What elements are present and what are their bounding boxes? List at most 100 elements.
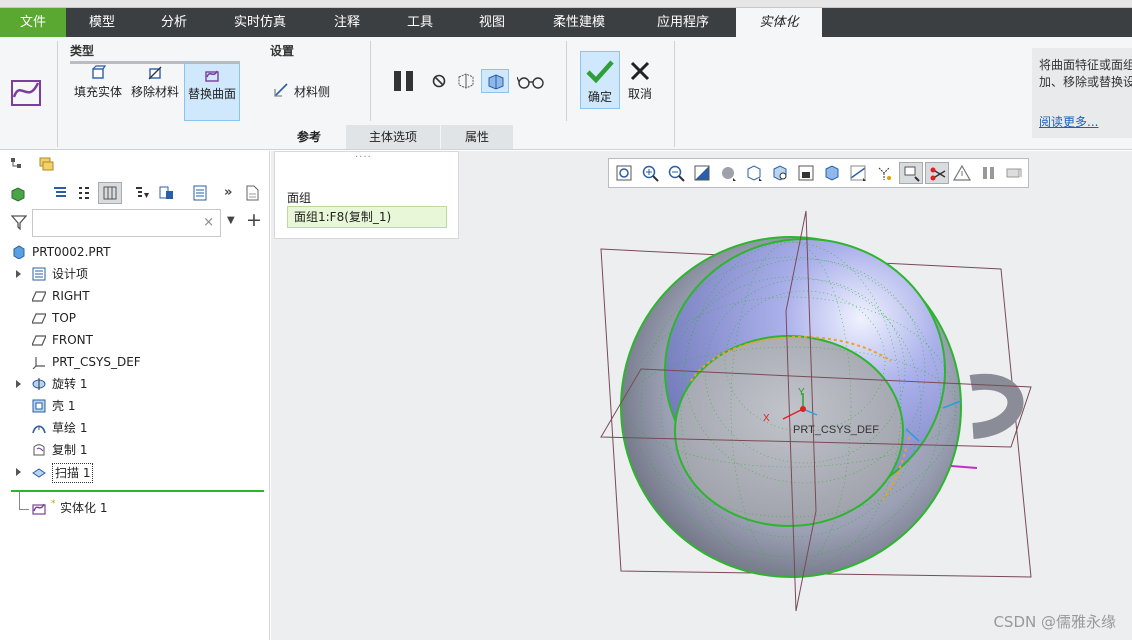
tab-annotate[interactable]: 注释 bbox=[310, 8, 384, 37]
verify-mode-button[interactable] bbox=[481, 69, 509, 93]
next-view-icon[interactable] bbox=[1005, 164, 1023, 182]
tree-item-copy[interactable]: 复制 1 bbox=[0, 439, 270, 461]
spin-center-button[interactable] bbox=[899, 162, 923, 184]
clear-search-icon[interactable]: × bbox=[203, 215, 214, 230]
ribbon: 类型 填充实体 移除材料 替换曲面 设置 材料侧 确定 取消 参考 主体选项 属… bbox=[0, 37, 1132, 150]
tree-item-label: TOP bbox=[52, 311, 77, 325]
tab-model[interactable]: 模型 bbox=[66, 8, 138, 37]
help-panel: 将曲面特征或面组 加、移除或替换设 阅读更多... bbox=[1032, 48, 1132, 138]
tree-root[interactable]: PRT0002.PRT bbox=[0, 241, 270, 263]
model-tree-tab-icon[interactable] bbox=[10, 157, 24, 171]
material-side-label: 材料侧 bbox=[294, 85, 331, 99]
tree-root-label: PRT0002.PRT bbox=[32, 245, 111, 259]
direction-arrow bbox=[950, 465, 978, 469]
material-side-button[interactable]: 材料侧 bbox=[272, 81, 336, 101]
pause-animation-icon[interactable] bbox=[979, 164, 997, 182]
csys-axis-x-label: X bbox=[763, 413, 770, 424]
verify-icon bbox=[488, 74, 504, 90]
watermark: CSDN @儒雅永缘 bbox=[993, 613, 1116, 631]
cancel-button[interactable]: 取消 bbox=[622, 51, 658, 109]
tab-body-options[interactable]: 主体选项 bbox=[346, 125, 440, 149]
remove-material-button[interactable]: 移除材料 bbox=[127, 65, 183, 109]
selection-filter-button[interactable] bbox=[925, 162, 949, 184]
tree-item-csys[interactable]: PRT_CSYS_DEF bbox=[0, 351, 270, 373]
replace-surface-label: 替换曲面 bbox=[187, 87, 236, 101]
no-preview-icon[interactable] bbox=[431, 73, 447, 89]
tree-settings-icon[interactable] bbox=[158, 185, 174, 201]
datum-plane-icon bbox=[32, 291, 46, 302]
spin-center-icon bbox=[904, 166, 920, 182]
tree-item-label: 旋转 1 bbox=[52, 377, 88, 391]
tree-item-sketch[interactable]: 草绘 1 bbox=[0, 417, 270, 439]
tree-item-label: 复制 1 bbox=[52, 443, 88, 457]
cup-handle[interactable] bbox=[969, 373, 1024, 439]
tree-list-icon[interactable] bbox=[52, 185, 68, 201]
tree-filter-icon[interactable] bbox=[134, 185, 150, 201]
pause-icon[interactable] bbox=[392, 69, 416, 93]
view-manager-icon[interactable] bbox=[771, 164, 789, 182]
refit-icon[interactable] bbox=[615, 164, 633, 182]
tree-item-sweep[interactable]: 扫描 1 bbox=[0, 461, 270, 483]
solid-body-icon[interactable] bbox=[10, 186, 26, 202]
coordinate-system-icon bbox=[32, 357, 45, 369]
tab-simulation[interactable]: 实时仿真 bbox=[210, 8, 310, 37]
ok-label: 确定 bbox=[587, 90, 612, 104]
tab-solidify[interactable]: 实体化 bbox=[736, 8, 822, 37]
tree-item-label: PRT_CSYS_DEF bbox=[52, 355, 141, 369]
csys-axis-y-label: Y bbox=[798, 387, 805, 398]
tree-item-label: 壳 1 bbox=[52, 399, 76, 413]
saved-orientations-icon[interactable] bbox=[745, 164, 763, 182]
replace-surface-button[interactable]: 替换曲面 bbox=[184, 63, 240, 121]
zoom-out-icon[interactable] bbox=[667, 164, 685, 182]
tree-item-solidify[interactable]: * 实体化 1 bbox=[0, 497, 270, 519]
remove-material-label: 移除材料 bbox=[130, 85, 179, 99]
expand-icon[interactable] bbox=[16, 468, 21, 476]
title-bar bbox=[0, 0, 1132, 8]
panel-grip[interactable]: ···· bbox=[355, 152, 372, 163]
tree-search-input[interactable]: × bbox=[32, 209, 221, 237]
repaint-icon[interactable] bbox=[693, 164, 711, 182]
expand-icon[interactable] bbox=[16, 380, 21, 388]
quilt-collector[interactable]: 面组1:F8(复制_1) bbox=[287, 206, 447, 228]
group-settings-label: 设置 bbox=[270, 44, 295, 58]
show-hide-icon[interactable] bbox=[76, 185, 92, 201]
tree-item-shell[interactable]: 壳 1 bbox=[0, 395, 270, 417]
section-icon[interactable] bbox=[823, 164, 841, 182]
tab-properties[interactable]: 属性 bbox=[441, 125, 513, 149]
perspective-icon[interactable] bbox=[797, 164, 815, 182]
shading-warning-icon[interactable] bbox=[953, 164, 971, 182]
tree-item-design[interactable]: 设计项 bbox=[0, 263, 270, 285]
shell-icon bbox=[32, 399, 46, 413]
annotation-display-icon[interactable] bbox=[875, 164, 893, 182]
solidify-feature-icon bbox=[11, 80, 41, 106]
display-style-icon[interactable] bbox=[719, 164, 737, 182]
layer-tree-tab-icon[interactable] bbox=[38, 156, 54, 172]
add-icon[interactable]: + bbox=[246, 209, 262, 231]
tree-item-front[interactable]: FRONT bbox=[0, 329, 270, 351]
tab-references[interactable]: 参考 bbox=[273, 125, 345, 149]
preview-geometry-icon[interactable] bbox=[456, 71, 476, 91]
datum-display-icon[interactable] bbox=[849, 164, 867, 182]
tab-view[interactable]: 视图 bbox=[456, 8, 528, 37]
tree-item-right[interactable]: RIGHT bbox=[0, 285, 270, 307]
insert-indicator[interactable] bbox=[11, 490, 264, 492]
glasses-icon[interactable] bbox=[517, 73, 545, 91]
tab-file[interactable]: 文件 bbox=[0, 8, 66, 37]
tab-analysis[interactable]: 分析 bbox=[138, 8, 210, 37]
more-tools-icon[interactable]: » bbox=[224, 185, 232, 200]
properties-list-icon[interactable] bbox=[192, 185, 208, 201]
expand-icon[interactable] bbox=[16, 270, 21, 278]
tab-flexible-modeling[interactable]: 柔性建模 bbox=[528, 8, 630, 37]
ok-button[interactable]: 确定 bbox=[580, 51, 620, 109]
tree-item-top[interactable]: TOP bbox=[0, 307, 270, 329]
tab-applications[interactable]: 应用程序 bbox=[630, 8, 736, 37]
zoom-in-icon[interactable] bbox=[641, 164, 659, 182]
chevron-down-icon[interactable]: ▼ bbox=[227, 215, 235, 226]
fill-solid-button[interactable]: 填充实体 bbox=[70, 65, 126, 109]
tree-item-revolve[interactable]: 旋转 1 bbox=[0, 373, 270, 395]
copy-surface-icon bbox=[33, 444, 45, 456]
read-more-link[interactable]: 阅读更多... bbox=[1039, 114, 1098, 131]
document-icon[interactable] bbox=[244, 185, 260, 201]
tree-columns-button[interactable] bbox=[98, 182, 122, 204]
tab-tools[interactable]: 工具 bbox=[384, 8, 456, 37]
